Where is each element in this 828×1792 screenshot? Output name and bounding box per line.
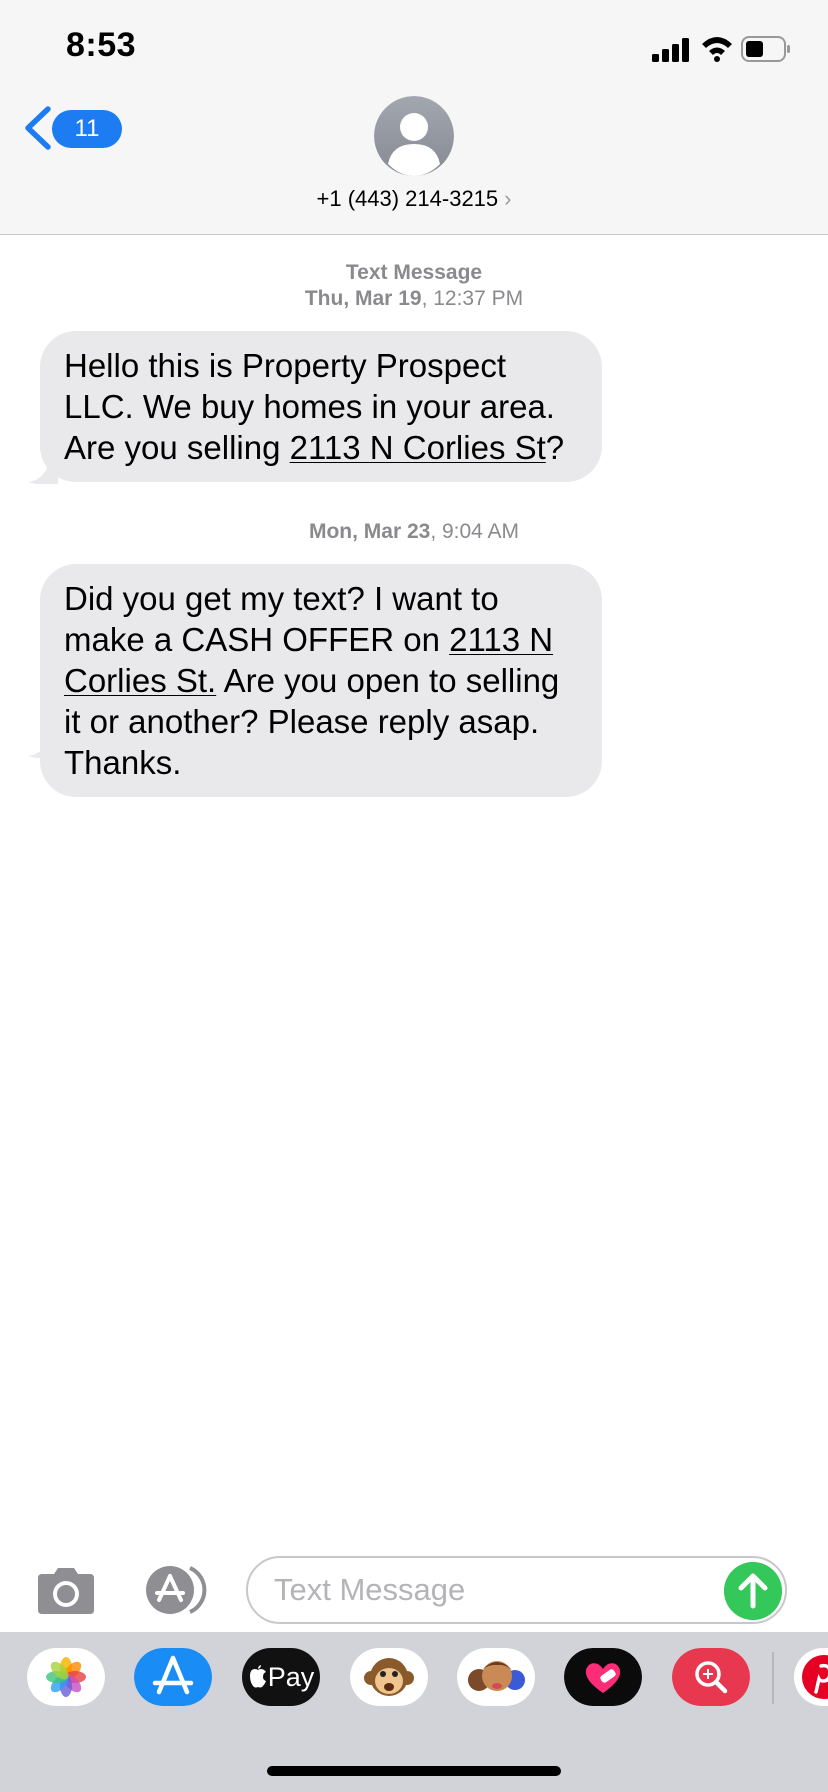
message-input-placeholder: Text Message [274, 1572, 466, 1607]
message-input[interactable]: Text Message [246, 1556, 787, 1624]
home-indicator[interactable] [267, 1766, 561, 1776]
pinterest-icon[interactable] [794, 1648, 828, 1706]
apple-logo-icon [249, 1665, 266, 1688]
message-timestamp: Mon, Mar 23, 9:04 AM [0, 519, 828, 545]
camera-icon [38, 1568, 94, 1614]
timestamp-label: Text Message [345, 261, 483, 284]
message-bubble[interactable]: Hello this is Property Prospect LLC. We … [40, 331, 602, 482]
chevron-left-icon [25, 106, 51, 150]
message-text: ? [545, 429, 565, 466]
apple-pay-icon[interactable]: Pay [242, 1648, 320, 1706]
photos-app-icon[interactable] [27, 1648, 105, 1706]
contact-avatar[interactable] [374, 96, 454, 176]
drawer-divider [772, 1652, 774, 1704]
status-time: 8:53 [66, 26, 137, 64]
timestamp-time: , 12:37 PM [421, 287, 524, 310]
camera-button[interactable] [34, 1566, 98, 1616]
app-store-apps-button[interactable] [140, 1564, 212, 1616]
wifi-icon [702, 37, 732, 62]
message-bubble[interactable]: Did you get my text? I want to make a CA… [40, 564, 602, 797]
back-button[interactable]: 11 [22, 104, 122, 152]
message-timestamp: Text Message Thu, Mar 19, 12:37 PM [0, 260, 828, 312]
unread-count-badge: 11 [52, 110, 122, 148]
timestamp-day: Mon, Mar 23 [308, 520, 431, 543]
apple-pay-label: Pay [267, 1662, 315, 1692]
timestamp-time: , 9:04 AM [430, 520, 520, 543]
send-button[interactable] [724, 1562, 782, 1620]
battery-icon [741, 36, 790, 62]
web-search-icon[interactable] [672, 1648, 750, 1706]
heart-sticker-icon[interactable] [564, 1648, 642, 1706]
address-link[interactable]: 2113 N Corlies St [290, 429, 546, 466]
app-store-icon [146, 1566, 207, 1614]
timestamp-day: Thu, Mar 19 [304, 287, 422, 310]
chevron-right-icon: › [504, 186, 512, 211]
app-store-icon[interactable] [134, 1648, 212, 1706]
contact-name[interactable]: +1 (443) 214-3215 › [0, 186, 828, 212]
memoji-icon[interactable] [457, 1648, 535, 1706]
cellular-signal-icon [652, 38, 689, 62]
animoji-monkey-icon[interactable] [350, 1648, 428, 1706]
contact-phone-number: +1 (443) 214-3215 [316, 186, 499, 211]
message-text: Did you get my text? I want to make a CA… [64, 580, 499, 658]
